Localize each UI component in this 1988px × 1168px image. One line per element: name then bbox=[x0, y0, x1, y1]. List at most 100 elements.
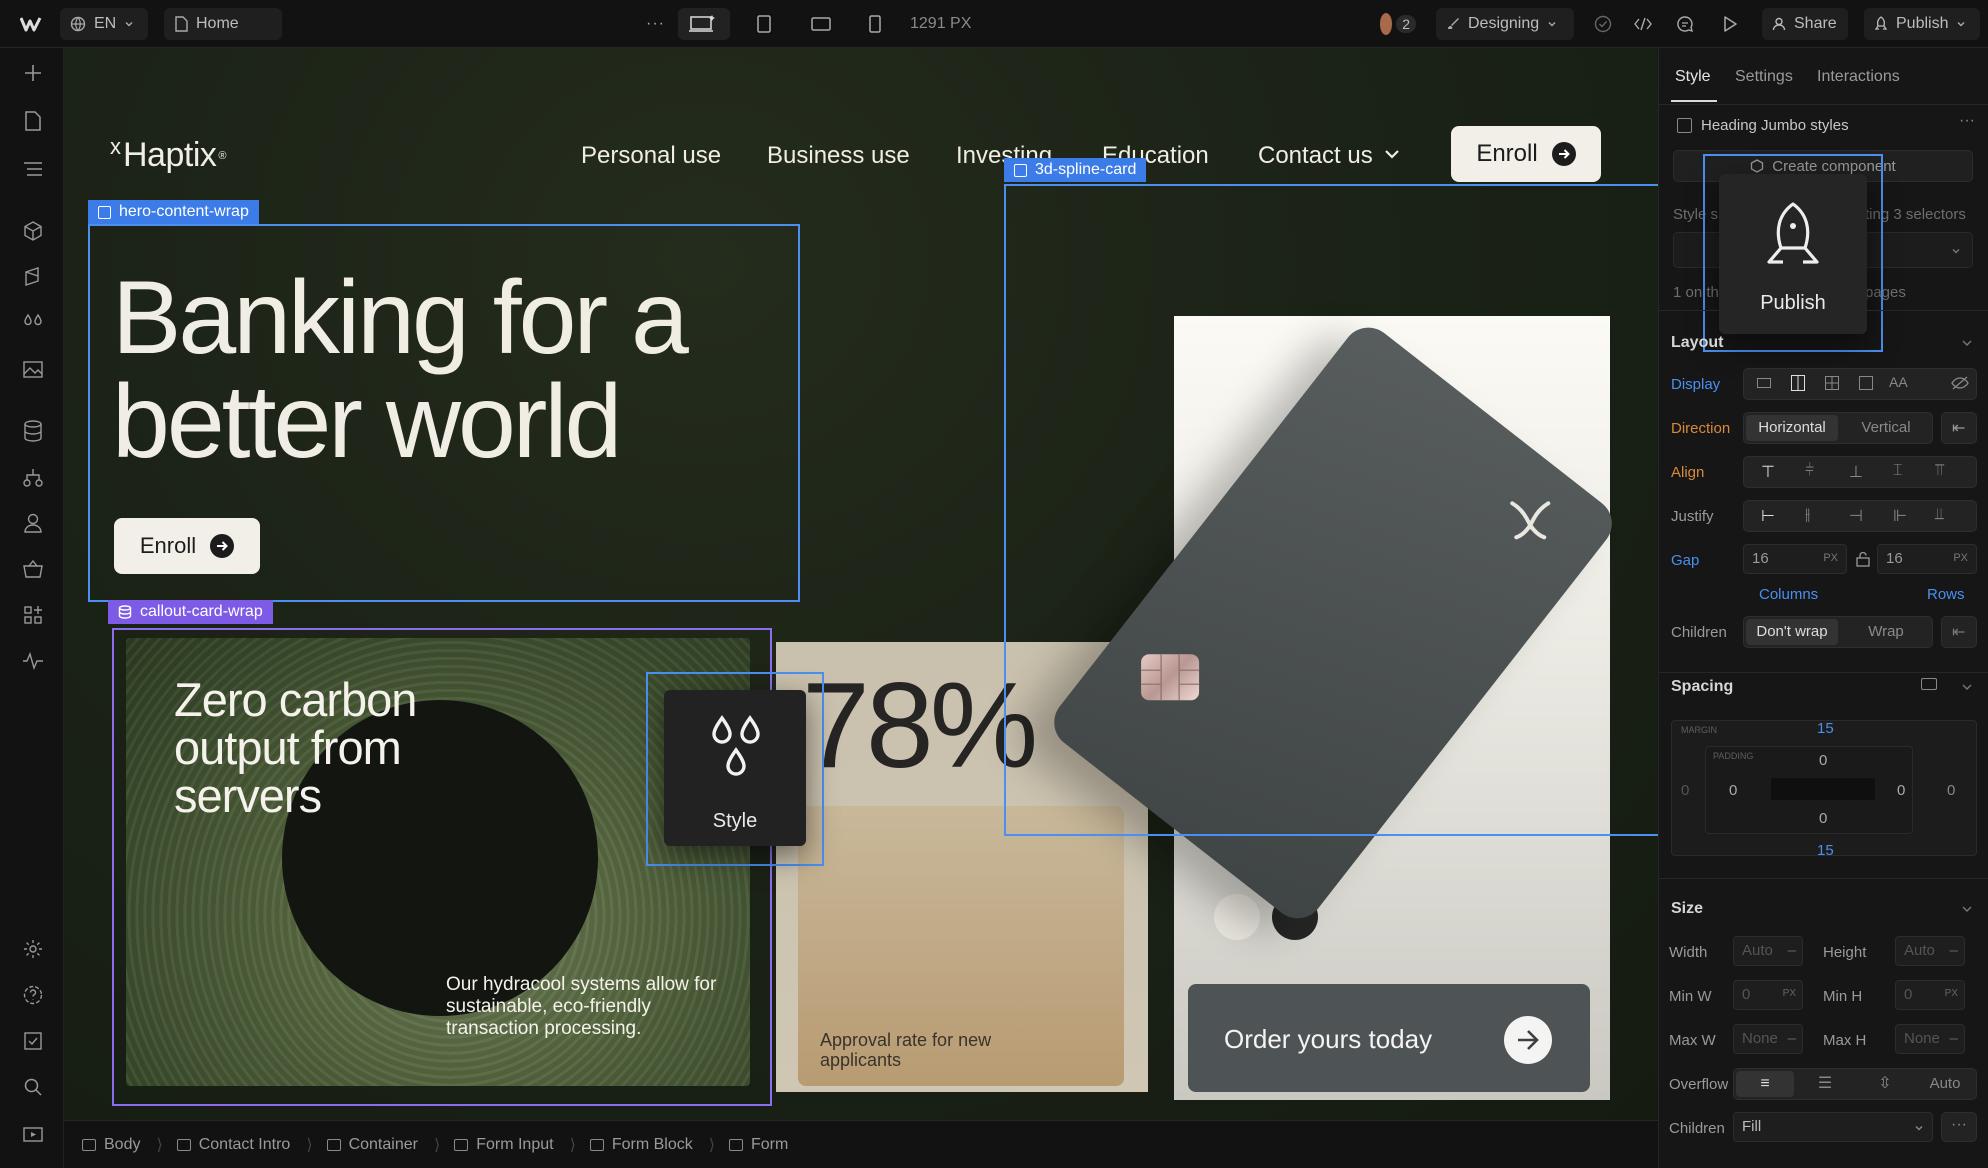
spacing-section-title[interactable]: Spacing bbox=[1671, 678, 1733, 696]
align-stretch-icon[interactable]: ⌶ bbox=[1893, 462, 1903, 480]
overflow-switcher[interactable]: ≡ ☰ ⇳ Auto bbox=[1733, 1068, 1977, 1100]
breakpoint-desktop-icon[interactable] bbox=[678, 8, 730, 40]
align-start-icon[interactable]: ⊤ bbox=[1761, 462, 1775, 482]
overflow-hidden-option[interactable]: ☰ bbox=[1796, 1071, 1854, 1097]
breadcrumb-form[interactable]: Form bbox=[728, 1136, 802, 1154]
callout-card-wrap-tag[interactable]: callout-card-wrap bbox=[108, 600, 273, 624]
min-width-input[interactable]: 0 PX bbox=[1733, 980, 1803, 1010]
reverse-direction-button[interactable]: ⇤ bbox=[1941, 412, 1977, 444]
align-baseline-icon[interactable]: ⫪ bbox=[1935, 462, 1944, 480]
breadcrumb-container[interactable]: Container ⟩ bbox=[326, 1135, 455, 1155]
max-width-input[interactable]: None – bbox=[1733, 1024, 1803, 1054]
overflow-visible-option[interactable]: ≡ bbox=[1736, 1071, 1794, 1097]
share-button[interactable]: Share bbox=[1762, 8, 1848, 40]
justify-between-icon[interactable]: ⊩ bbox=[1893, 506, 1907, 526]
justify-start-icon[interactable]: ⊢ bbox=[1761, 506, 1775, 526]
max-height-input[interactable]: None – bbox=[1895, 1024, 1965, 1054]
breadcrumb-body[interactable]: Body ⟩ bbox=[82, 1135, 177, 1155]
apps-icon[interactable] bbox=[20, 602, 46, 628]
comment-icon[interactable] bbox=[1666, 8, 1696, 40]
display-grid-icon[interactable] bbox=[1825, 376, 1839, 390]
padding-bottom-value[interactable]: 0 bbox=[1819, 810, 1827, 827]
breakpoint-landscape-icon[interactable] bbox=[800, 8, 834, 40]
help-icon[interactable] bbox=[20, 982, 46, 1008]
children-more-button[interactable]: ··· bbox=[1941, 1112, 1977, 1142]
size-section-title[interactable]: Size bbox=[1671, 900, 1703, 918]
height-input[interactable]: Auto – bbox=[1895, 936, 1965, 966]
dont-wrap-option[interactable]: Don't wrap bbox=[1746, 619, 1838, 645]
spacing-preset-icon[interactable] bbox=[1921, 678, 1937, 690]
nav-business-use[interactable]: Business use bbox=[767, 142, 910, 170]
locale-switcher[interactable]: EN bbox=[60, 8, 148, 40]
chevron-down-icon[interactable] bbox=[1961, 904, 1973, 914]
lock-icon[interactable] bbox=[1855, 551, 1871, 567]
3d-spline-card-outline[interactable] bbox=[1004, 184, 1658, 836]
breadcrumb-form-input[interactable]: Form Input ⟩ bbox=[454, 1135, 590, 1155]
navigator-icon[interactable] bbox=[20, 156, 46, 182]
tab-settings[interactable]: Settings bbox=[1735, 68, 1793, 86]
nav-enroll-button[interactable]: Enroll bbox=[1451, 126, 1601, 182]
breakpoint-tablet-icon[interactable] bbox=[746, 8, 776, 40]
search-icon[interactable] bbox=[20, 1074, 46, 1100]
direction-horizontal-option[interactable]: Horizontal bbox=[1746, 415, 1838, 441]
style-drops-icon[interactable] bbox=[20, 310, 46, 336]
pages-icon[interactable] bbox=[20, 108, 46, 134]
breadcrumb-form-block[interactable]: Form Block ⟩ bbox=[589, 1135, 729, 1155]
design-canvas[interactable]: x Haptix ® Personal use Business use Inv… bbox=[64, 48, 1658, 1120]
gap-row-input[interactable]: 16 PX bbox=[1877, 544, 1977, 574]
nav-contact-us[interactable]: Contact us bbox=[1258, 142, 1373, 170]
display-flex-icon[interactable] bbox=[1791, 375, 1805, 391]
direction-vertical-option[interactable]: Vertical bbox=[1840, 415, 1932, 441]
margin-bottom-value[interactable]: 15 bbox=[1817, 842, 1834, 859]
add-icon[interactable] bbox=[20, 60, 46, 86]
overflow-scroll-option[interactable]: ⇳ bbox=[1856, 1071, 1914, 1097]
display-inline-block-icon[interactable] bbox=[1859, 376, 1873, 390]
direction-switcher[interactable]: Horizontal Vertical bbox=[1743, 412, 1933, 444]
variables-icon[interactable] bbox=[20, 264, 46, 290]
color-swatch-light[interactable] bbox=[1214, 894, 1260, 940]
width-input[interactable]: Auto – bbox=[1733, 936, 1803, 966]
hero-content-wrap-outline[interactable] bbox=[88, 224, 800, 602]
margin-left-value[interactable]: 0 bbox=[1681, 782, 1689, 799]
justify-center-icon[interactable]: ⫲ bbox=[1805, 506, 1810, 524]
cms-icon[interactable] bbox=[20, 418, 46, 444]
settings-gear-icon[interactable] bbox=[20, 936, 46, 962]
wrap-switcher[interactable]: Don't wrap Wrap bbox=[1743, 616, 1933, 648]
breadcrumb-contact-intro[interactable]: Contact Intro ⟩ bbox=[176, 1135, 327, 1155]
justify-around-icon[interactable]: ⫫ bbox=[1935, 506, 1944, 524]
margin-top-value[interactable]: 15 bbox=[1817, 720, 1834, 737]
style-popup[interactable]: Style bbox=[664, 690, 806, 846]
display-inline-icon[interactable]: AA bbox=[1889, 374, 1908, 390]
reverse-wrap-button[interactable]: ⇤ bbox=[1941, 616, 1977, 648]
justify-end-icon[interactable]: ⊣ bbox=[1849, 506, 1863, 526]
checkbox[interactable] bbox=[1677, 118, 1692, 133]
chevron-down-icon[interactable] bbox=[1961, 682, 1973, 692]
webflow-logo-icon[interactable] bbox=[10, 8, 54, 40]
page-switcher[interactable]: Home bbox=[164, 8, 282, 40]
video-tutorial-icon[interactable] bbox=[20, 1120, 46, 1146]
site-logo[interactable]: x Haptix ® bbox=[110, 134, 226, 175]
order-cta-button[interactable]: Order yours today bbox=[1188, 984, 1590, 1092]
padding-right-value[interactable]: 0 bbox=[1897, 782, 1905, 799]
collaborators[interactable]: 2 bbox=[1370, 8, 1426, 40]
hero-content-wrap-tag[interactable]: hero-content-wrap bbox=[88, 200, 259, 224]
users-icon[interactable] bbox=[20, 510, 46, 536]
min-height-input[interactable]: 0 PX bbox=[1895, 980, 1965, 1010]
tab-style[interactable]: Style bbox=[1675, 68, 1711, 86]
more-icon[interactable]: ··· bbox=[636, 8, 672, 40]
checklist-icon[interactable] bbox=[20, 1028, 46, 1054]
display-block-icon[interactable] bbox=[1757, 378, 1771, 388]
ecommerce-basket-icon[interactable] bbox=[20, 556, 46, 582]
margin-right-value[interactable]: 0 bbox=[1947, 782, 1955, 799]
mode-switcher[interactable]: Designing bbox=[1436, 8, 1574, 40]
align-end-icon[interactable]: ⊥ bbox=[1849, 462, 1863, 482]
preview-play-icon[interactable] bbox=[1712, 8, 1742, 40]
display-none-icon[interactable] bbox=[1951, 375, 1969, 391]
nav-personal-use[interactable]: Personal use bbox=[581, 142, 721, 170]
align-center-icon[interactable]: ⫩ bbox=[1805, 462, 1814, 480]
code-icon[interactable] bbox=[1624, 8, 1654, 40]
gap-column-input[interactable]: 16 PX bbox=[1743, 544, 1847, 574]
3d-spline-card-tag[interactable]: 3d-spline-card bbox=[1004, 158, 1147, 182]
components-icon[interactable] bbox=[20, 218, 46, 244]
overflow-auto-option[interactable]: Auto bbox=[1916, 1071, 1974, 1097]
